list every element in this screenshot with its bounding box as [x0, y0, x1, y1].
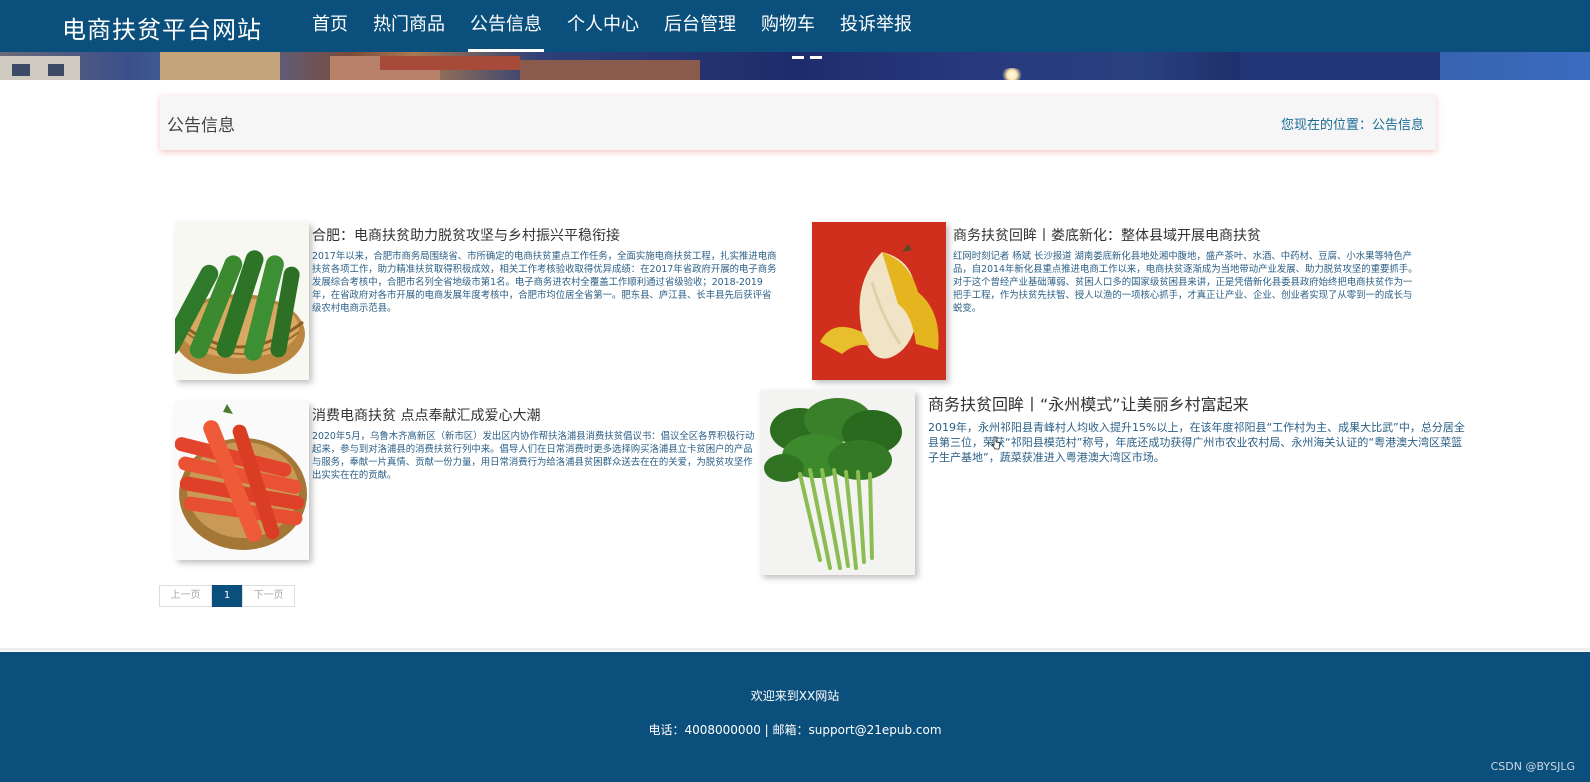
breadcrumb-location: 您现在的位置：公告信息 [1280, 118, 1424, 133]
nav-item-personal-center[interactable]: 个人中心 [555, 0, 651, 52]
news-item[interactable]: 消费电商扶贫 点点奉献汇成爱心大潮 2020年5月，乌鲁木齐高新区（新市区）发出… [175, 402, 755, 560]
news-summary: 2017年以来，合肥市商务局围绕省、市所确定的电商扶贫重点工作任务，全面实施电商… [312, 251, 777, 314]
news-item[interactable]: 商务扶贫回眸丨“永州模式”让美丽乡村富起来 2019年，永州祁阳县青峰村人均收入… [760, 390, 1465, 575]
news-title[interactable]: 商务扶贫回眸丨娄底新化：整体县域开展电商扶贫 [953, 225, 1261, 245]
site-brand[interactable]: 电商扶贫平台网站 [62, 10, 262, 45]
nav-item-home[interactable]: 首页 [300, 0, 360, 52]
news-summary: 2019年，永州祁阳县青峰村人均收入提升15%以上，在该年度祁阳县“工作村为主、… [928, 421, 1465, 464]
page-1-button[interactable]: 1 [212, 585, 242, 607]
news-thumbnail-greens[interactable] [760, 390, 915, 575]
nav-item-admin[interactable]: 后台管理 [652, 0, 748, 52]
news-title[interactable]: 合肥：电商扶贫助力脱贫攻坚与乡村振兴平稳衔接 [312, 225, 620, 245]
page-title: 公告信息 [167, 116, 235, 136]
news-title[interactable]: 消费电商扶贫 点点奉献汇成爱心大潮 [312, 405, 540, 425]
news-item[interactable]: 合肥：电商扶贫助力脱贫攻坚与乡村振兴平稳衔接 2017年以来，合肥市商务局围绕省… [175, 222, 780, 380]
footer-contact: 电话：4008000000 | 邮箱：support@21epub.com [648, 723, 942, 737]
main-nav: 首页 热门商品 公告信息 个人中心 后台管理 购物车 投诉举报 [300, 0, 925, 52]
prev-page-button[interactable]: 上一页 [159, 585, 212, 607]
pagination: 上一页 1 下一页 [159, 585, 295, 607]
footer-divider [0, 648, 1590, 651]
mouse-cursor-icon [991, 436, 1001, 450]
news-title[interactable]: 商务扶贫回眸丨“永州模式”让美丽乡村富起来 [928, 391, 1249, 415]
news-thumbnail-banana[interactable] [812, 222, 946, 380]
nav-item-cart[interactable]: 购物车 [749, 0, 827, 52]
footer-watermark: CSDN @BYSJLG [1490, 760, 1575, 773]
footer-welcome: 欢迎来到XX网站 [750, 689, 840, 703]
news-summary: 红网时刻记者 杨斌 长沙报道 湖南娄底新化县地处湘中腹地，盛产茶叶、水酒、中药材… [953, 251, 1418, 314]
news-summary: 2020年5月，乌鲁木齐高新区（新市区）发出区内协作帮扶洛浦县消费扶贫倡议书：倡… [312, 431, 755, 481]
nav-item-announcements[interactable]: 公告信息 [458, 0, 554, 52]
news-thumbnail-cucumber[interactable] [175, 222, 309, 380]
carousel-indicators[interactable] [792, 56, 822, 60]
nav-item-hot-products[interactable]: 热门商品 [361, 0, 457, 52]
banner-light [1000, 68, 1024, 80]
footer: 欢迎来到XX网站 电话：4008000000 | 邮箱：support@21ep… [0, 652, 1590, 782]
breadcrumb-bar: 公告信息 您现在的位置：公告信息 [160, 95, 1436, 150]
news-thumbnail-carrot[interactable] [175, 402, 309, 560]
nav-item-complaint[interactable]: 投诉举报 [828, 0, 924, 52]
top-navbar: 电商扶贫平台网站 首页 热门商品 公告信息 个人中心 后台管理 购物车 投诉举报 [0, 0, 1590, 52]
news-item[interactable]: 商务扶贫回眸丨娄底新化：整体县域开展电商扶贫 红网时刻记者 杨斌 长沙报道 湖南… [812, 222, 1422, 380]
banner-image [0, 52, 1590, 80]
next-page-button[interactable]: 下一页 [242, 585, 295, 607]
